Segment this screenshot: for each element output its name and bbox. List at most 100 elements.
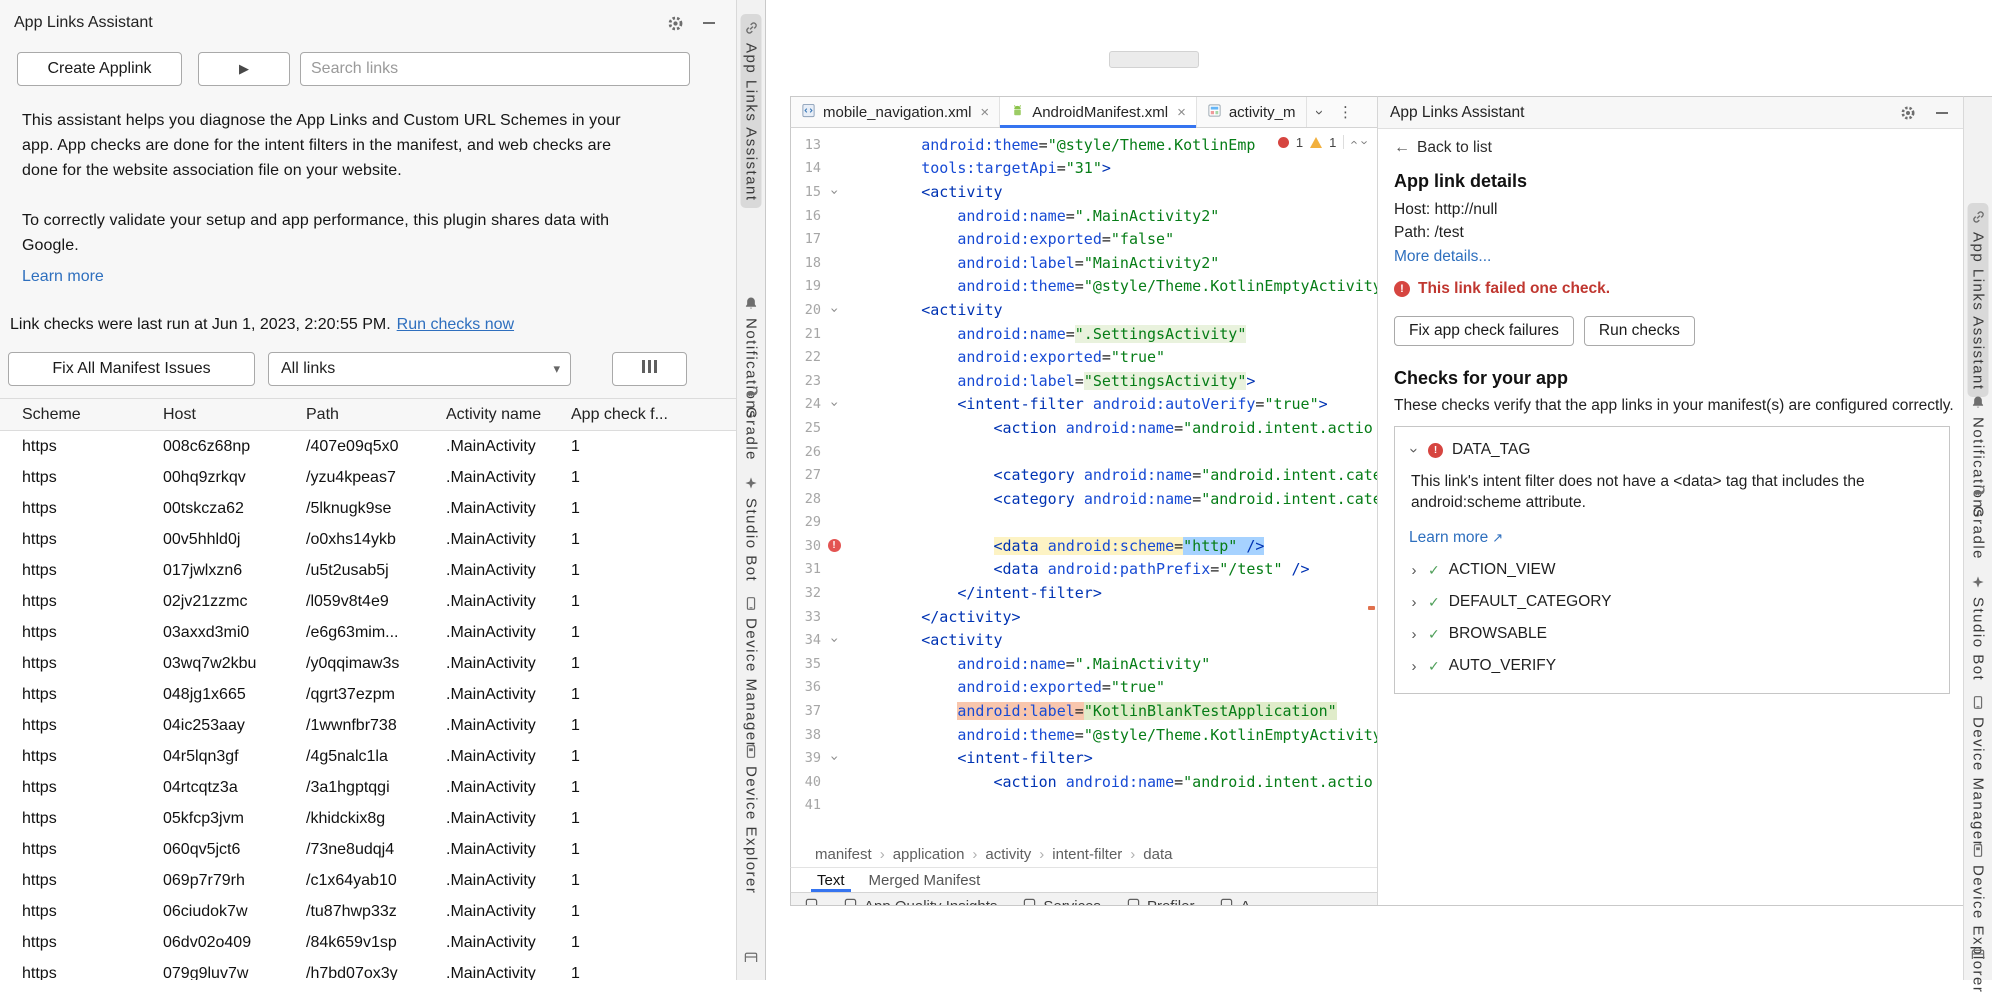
breadcrumb-item-activity[interactable]: activity (985, 846, 1031, 863)
code-text[interactable]: tools:targetApi="31"> (849, 159, 1111, 177)
code-text[interactable]: <activity (849, 631, 1003, 649)
bottom-tab-text[interactable]: Text (805, 868, 857, 892)
tool-strip-item-gradle[interactable]: Gradle (741, 378, 762, 467)
check-row-default_category[interactable]: ›✓DEFAULT_CATEGORY (1409, 593, 1935, 611)
fold-icon[interactable]: › (826, 400, 842, 408)
breadcrumb-item-intent-filter[interactable]: intent-filter (1052, 846, 1122, 863)
breadcrumb-item-application[interactable]: application (893, 846, 965, 863)
table-row[interactable]: https017jwlxzn6/u5t2usab5j.MainActivity1 (0, 555, 736, 586)
close-tab-icon[interactable]: × (1177, 104, 1186, 121)
code-text[interactable]: android:name=".MainActivity2" (849, 207, 1219, 225)
fix-app-check-failures-button[interactable]: Fix app check failures (1394, 316, 1574, 346)
column-header[interactable]: Scheme (22, 406, 163, 424)
code-text[interactable]: android:theme="@style/Theme.KotlinEmptyA… (849, 726, 1377, 744)
table-row[interactable]: https04r5lqn3gf/4g5nalc1la.MainActivity1 (0, 741, 736, 772)
table-row[interactable]: https04rtcqtz3a/3a1hgptqgi.MainActivity1 (0, 772, 736, 803)
table-row[interactable]: https05kfcp3jvm/khidckix8g.MainActivity1 (0, 803, 736, 834)
table-row[interactable]: https00tskcza62/5lknugk9se.MainActivity1 (0, 493, 736, 524)
links-filter-dropdown[interactable]: All links ▾ (268, 352, 571, 386)
bottom-bar-item[interactable]: App Quality Insights (844, 898, 997, 906)
table-row[interactable]: https03wq7w2kbu/y0qqimaw3s.MainActivity1 (0, 648, 736, 679)
code-text[interactable]: android:name=".MainActivity" (849, 655, 1210, 673)
gear-icon[interactable] (662, 10, 688, 36)
minimize-icon[interactable] (1929, 100, 1955, 126)
partial-tool-icon[interactable] (1969, 943, 1988, 965)
code-text[interactable]: <category android:name="android.intent.c… (849, 490, 1377, 508)
tool-strip-item-studio-bot[interactable]: Studio Bot (741, 470, 762, 588)
back-to-list-link[interactable]: ← Back to list (1394, 139, 1949, 157)
fold-icon[interactable]: › (826, 754, 842, 762)
code-text[interactable]: android:theme="@style/Theme.KotlinEmp (849, 136, 1255, 154)
fold-icon[interactable]: › (826, 636, 842, 644)
error-stripe-mark[interactable] (1368, 606, 1375, 610)
tool-strip-item-gradle[interactable]: Gradle (1968, 477, 1989, 566)
code-text[interactable]: android:exported="true" (849, 348, 1165, 366)
more-details-link[interactable]: More details... (1394, 248, 1491, 266)
close-tab-icon[interactable]: × (980, 104, 989, 121)
bottom-bar-item[interactable]: Profiler (1127, 898, 1195, 906)
column-header[interactable]: App check f... (571, 406, 736, 424)
learn-more-external-link[interactable]: Learn more↗ (1409, 529, 1503, 547)
code-text[interactable]: <activity (849, 183, 1003, 201)
bottom-bar-item[interactable]: A (1220, 898, 1250, 906)
tool-strip-item-app-links-assistant[interactable]: App Links Assistant (741, 14, 762, 208)
fold-icon[interactable]: › (826, 306, 842, 314)
table-row[interactable]: https02jv21zzmc/l059v8t4e9.MainActivity1 (0, 586, 736, 617)
tool-window-icon[interactable] (805, 898, 818, 906)
code-text[interactable]: <data android:pathPrefix="/test" /> (849, 560, 1310, 578)
code-editor[interactable]: 13 android:theme="@style/Theme.KotlinEmp… (790, 128, 1377, 841)
run-checks-now-link[interactable]: Run checks now (397, 316, 514, 333)
inspections-widget[interactable]: 1 1 › › (1270, 131, 1367, 153)
table-row[interactable]: https069p7r79rh/c1x64yab10.MainActivity1 (0, 865, 736, 896)
fix-all-manifest-issues-button[interactable]: Fix All Manifest Issues (8, 352, 255, 386)
code-text[interactable]: android:exported="true" (849, 678, 1165, 696)
column-header[interactable]: Activity name (446, 406, 571, 424)
editor-tab-3[interactable]: activity_m (1197, 97, 1307, 127)
tool-strip-item-app-links-assistant[interactable]: App Links Assistant (1968, 203, 1989, 397)
learn-more-link[interactable]: Learn more (22, 268, 104, 286)
check-row-auto_verify[interactable]: ›✓AUTO_VERIFY (1409, 657, 1935, 675)
code-text[interactable]: <activity (849, 301, 1003, 319)
minimize-icon[interactable] (696, 10, 722, 36)
code-text[interactable]: android:label="KotlinBlankTestApplicatio… (849, 702, 1337, 720)
code-text[interactable]: <action android:name="android.intent.act… (849, 773, 1373, 791)
tool-strip-item-studio-bot[interactable]: Studio Bot (1968, 569, 1989, 687)
code-text[interactable]: </activity> (849, 608, 1021, 626)
table-row[interactable]: https060qv5jct6/73ne8udqj4.MainActivity1 (0, 834, 736, 865)
table-row[interactable]: https00hq9zrkqv/yzu4kpeas7.MainActivity1 (0, 462, 736, 493)
code-text[interactable]: <category android:name="android.intent.c… (849, 466, 1377, 484)
run-play-button[interactable]: ▶ (198, 52, 290, 86)
fold-icon[interactable]: › (826, 188, 842, 196)
column-header[interactable]: Host (163, 406, 306, 424)
code-text[interactable]: <data android:scheme="http" /> (849, 537, 1264, 555)
previous-issue-chevron-icon[interactable]: › (1351, 135, 1355, 150)
code-text[interactable]: </intent-filter> (849, 584, 1102, 602)
tool-strip-item-device-explorer[interactable]: Device Explorer (741, 738, 762, 900)
table-row[interactable]: https03axxd3mi0/e6g63mim....MainActivity… (0, 617, 736, 648)
column-header[interactable]: Path (306, 406, 446, 424)
column-settings-button[interactable] (612, 352, 687, 386)
editor-tab-1[interactable]: mobile_navigation.xml× (791, 97, 1000, 127)
table-row[interactable]: https079g9luv7w/h7bd07ox3y.MainActivity1 (0, 958, 736, 980)
check-row-action_view[interactable]: ›✓ACTION_VIEW (1409, 561, 1935, 579)
tool-strip-item-device-explorer[interactable]: Device Explorer (1968, 837, 1989, 999)
tool-strip-item-device-manager[interactable]: Device Manager (1968, 689, 1989, 853)
partial-tool-icon[interactable] (742, 946, 761, 968)
check-row-data-tag[interactable]: › ! DATA_TAG (1409, 441, 1935, 459)
table-row[interactable]: https048jg1x665/qgrt37ezpm.MainActivity1 (0, 679, 736, 710)
code-text[interactable]: android:label="MainActivity2" (849, 254, 1219, 272)
more-options-icon[interactable]: ⋮ (1333, 97, 1359, 127)
check-row-browsable[interactable]: ›✓BROWSABLE (1409, 625, 1935, 643)
table-row[interactable]: https008c6z68np/407e09q5x0.MainActivity1 (0, 431, 736, 462)
code-text[interactable]: <action android:name="android.intent.act… (849, 419, 1373, 437)
code-text[interactable]: android:exported="false" (849, 230, 1174, 248)
code-text[interactable]: <intent-filter> (849, 749, 1093, 767)
table-row[interactable]: https06dv02o409/84k659v1sp.MainActivity1 (0, 927, 736, 958)
table-row[interactable]: https06ciudok7w/tu87hwp33z.MainActivity1 (0, 896, 736, 927)
code-text[interactable]: android:name=".SettingsActivity" (849, 325, 1246, 343)
next-issue-chevron-icon[interactable]: › (1363, 135, 1367, 150)
create-applink-button[interactable]: Create Applink (17, 52, 182, 86)
code-text[interactable]: android:theme="@style/Theme.KotlinEmptyA… (849, 277, 1377, 295)
gear-icon[interactable] (1895, 100, 1921, 126)
table-row[interactable]: https00v5hhld0j/o0xhs14ykb.MainActivity1 (0, 524, 736, 555)
